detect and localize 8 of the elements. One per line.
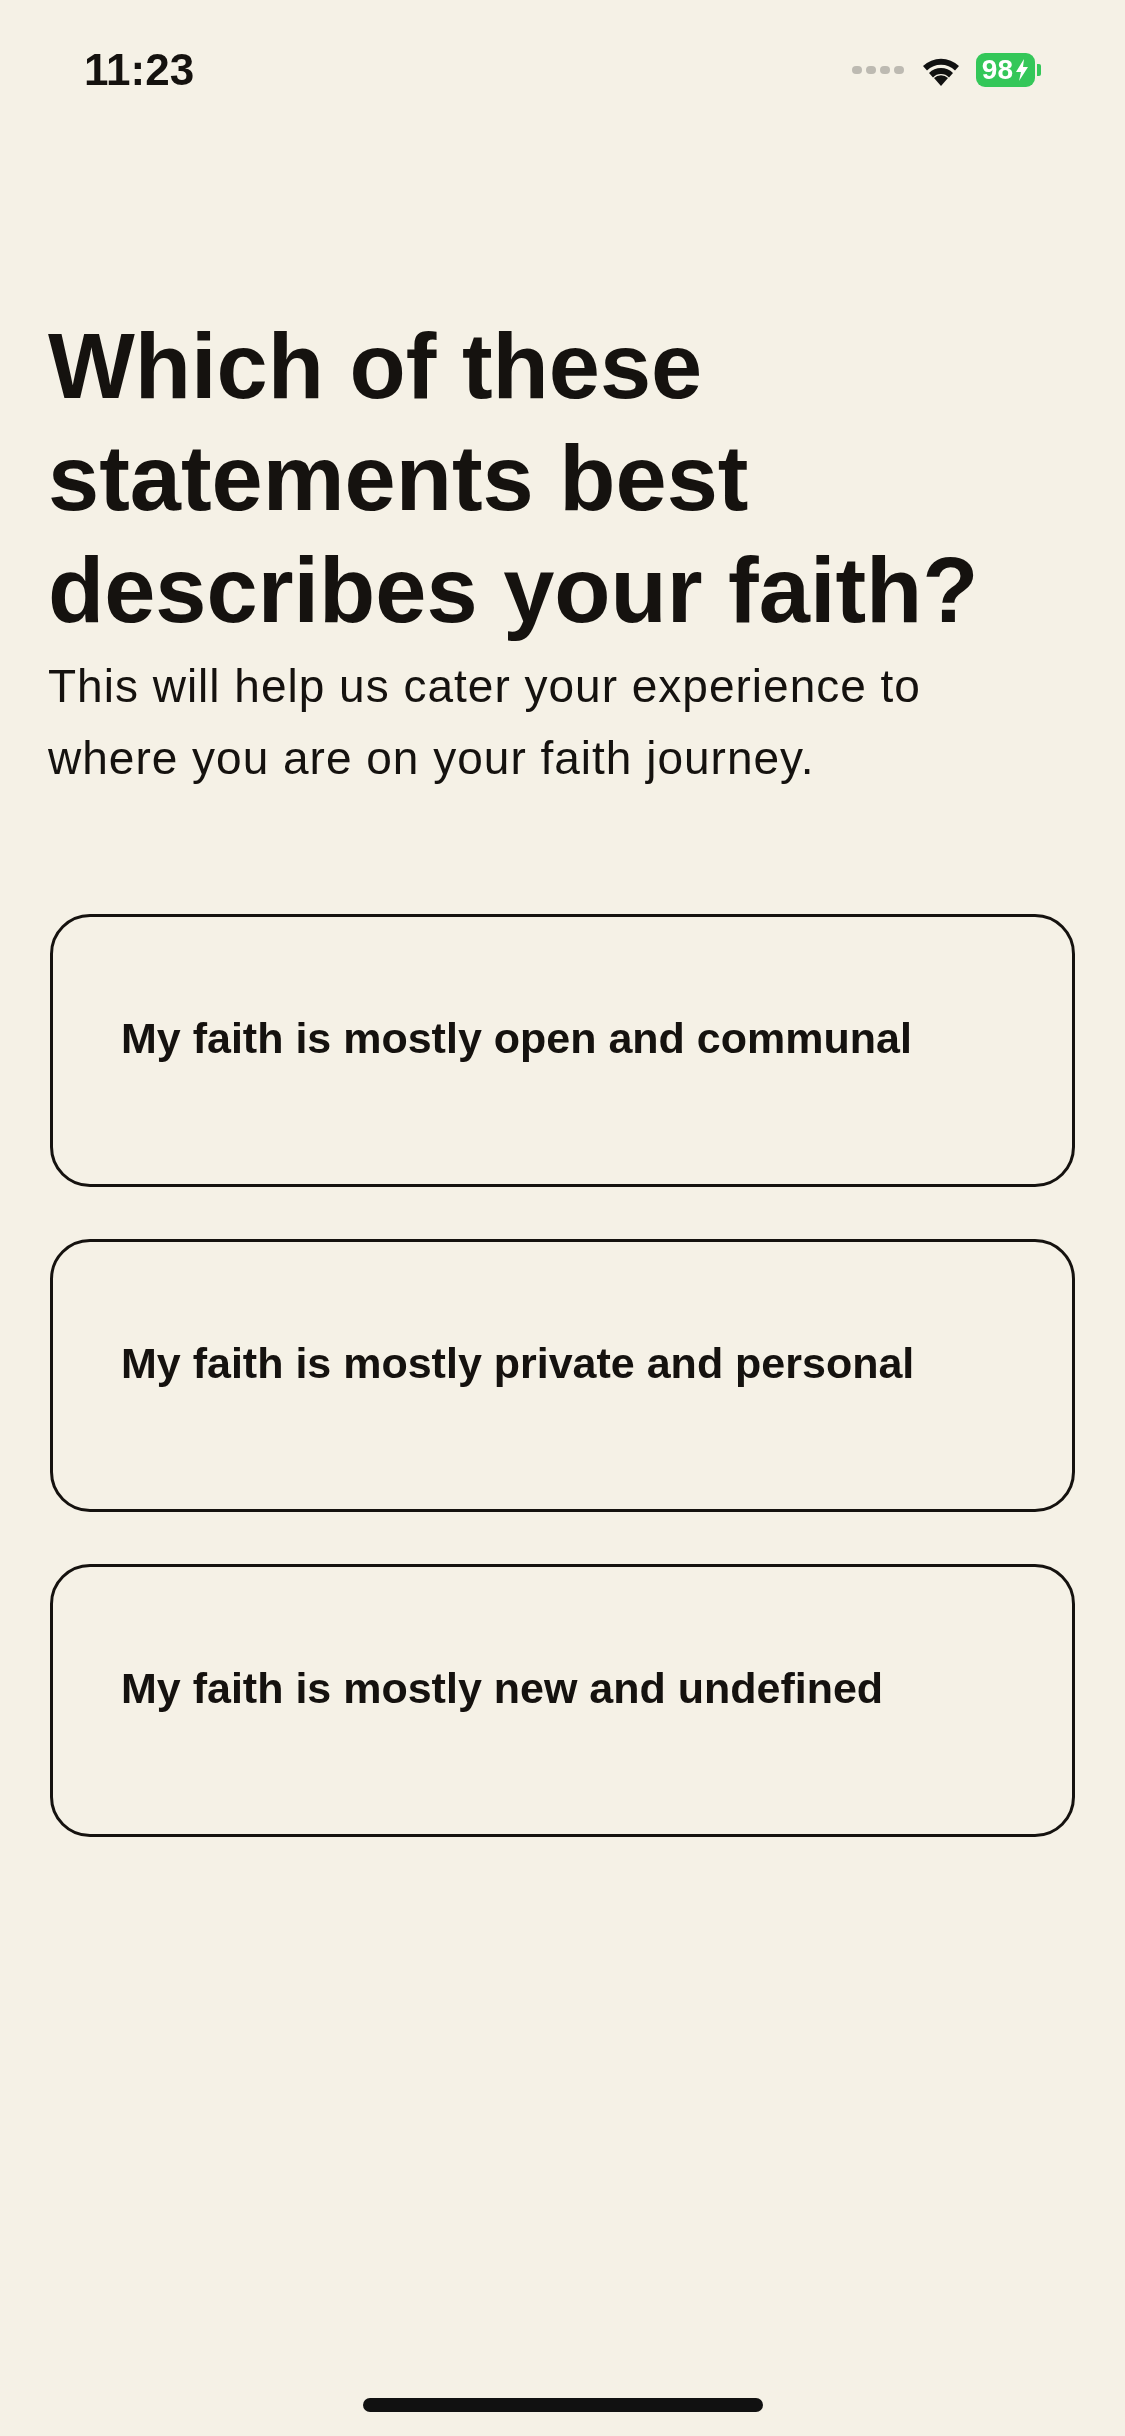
question-title: Which of these statements best describes your faith?	[48, 314, 980, 643]
battery-icon: 98	[975, 53, 1035, 87]
answer-option[interactable]: My faith is mostly private and personal	[50, 1239, 1075, 1512]
question-subtitle: This will help us cater your experience to where you are on your faith journey.	[48, 659, 922, 786]
signal-icon	[851, 64, 906, 76]
answer-option[interactable]: My faith is mostly new and undefined	[50, 1564, 1075, 1837]
answer-option[interactable]: My faith is mostly open and communal	[50, 914, 1075, 1187]
status-time: 11:23	[84, 44, 195, 96]
